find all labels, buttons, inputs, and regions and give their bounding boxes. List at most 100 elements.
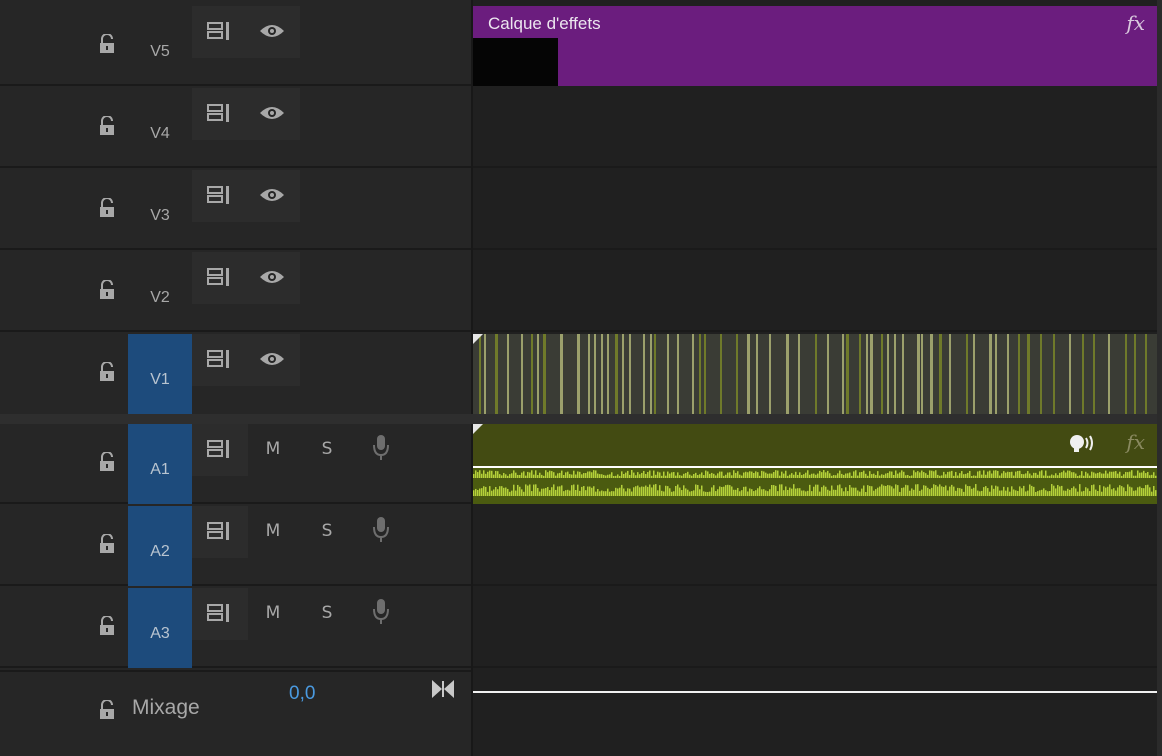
- toggle-sync-lock-icon[interactable]: [206, 518, 234, 544]
- track-name-a3[interactable]: A3: [128, 588, 192, 668]
- waveform-bar: [571, 485, 573, 496]
- track-lane-v3[interactable]: [473, 170, 1162, 250]
- mix-volume-line[interactable]: [473, 691, 1162, 693]
- waveform-bar: [573, 484, 575, 496]
- video-audio-separator[interactable]: [0, 414, 1162, 424]
- track-name-v3[interactable]: V3: [128, 170, 192, 250]
- waveform-bar: [511, 473, 513, 478]
- lock-open-icon[interactable]: [98, 115, 118, 138]
- fx-badge[interactable]: fx: [1126, 430, 1145, 454]
- toggle-sync-lock-icon[interactable]: [206, 264, 234, 290]
- toggle-sync-lock-icon[interactable]: [206, 600, 234, 626]
- waveform-bar: [923, 485, 925, 496]
- waveform-bar: [755, 471, 757, 478]
- waveform-bar: [1139, 472, 1141, 478]
- mix-value[interactable]: 0,0: [289, 683, 315, 705]
- waveform-bar: [649, 484, 651, 496]
- mute-button[interactable]: M: [263, 439, 283, 459]
- waveform-bar: [705, 491, 707, 496]
- microphone-icon[interactable]: [367, 516, 395, 542]
- waveform-bar: [743, 472, 745, 478]
- lock-open-icon[interactable]: [98, 615, 118, 638]
- track-name-a2[interactable]: A2: [128, 506, 192, 586]
- waveform-bar: [645, 485, 647, 496]
- audio-clip-a1[interactable]: fx: [473, 424, 1157, 504]
- video-clip-v1[interactable]: [473, 334, 1157, 414]
- toggle-sync-lock-icon[interactable]: [206, 182, 234, 208]
- waveform-bar: [847, 473, 849, 478]
- track-header-v1: V1: [0, 334, 471, 414]
- toggle-sync-lock-icon[interactable]: [206, 18, 234, 44]
- waveform-bar: [947, 471, 949, 478]
- waveform-bar: [771, 473, 773, 478]
- waveform-bar: [615, 475, 617, 478]
- toggle-sync-lock-icon[interactable]: [206, 346, 234, 372]
- timeline-tracks[interactable]: Calque d'effets fx fx: [473, 0, 1162, 756]
- eye-icon[interactable]: [258, 18, 286, 44]
- track-lane-v2[interactable]: [473, 252, 1162, 332]
- lock-open-icon[interactable]: [98, 699, 118, 722]
- lock-open-icon[interactable]: [98, 361, 118, 384]
- waveform-bar: [731, 475, 733, 478]
- microphone-icon[interactable]: [367, 598, 395, 624]
- track-lane-v4[interactable]: [473, 88, 1162, 168]
- track-name-v5[interactable]: V5: [128, 6, 192, 86]
- waveform-bar: [983, 470, 985, 478]
- speaker-icon[interactable]: [1069, 434, 1095, 457]
- waveform-bar: [969, 470, 971, 478]
- waveform-bar: [809, 474, 811, 478]
- waveform-bar: [1113, 488, 1115, 496]
- lock-open-icon[interactable]: [98, 197, 118, 220]
- eye-icon[interactable]: [258, 264, 286, 290]
- fx-badge[interactable]: fx: [1126, 11, 1145, 35]
- waveform-bar: [633, 472, 635, 478]
- microphone-icon[interactable]: [367, 434, 395, 460]
- track-name-v1[interactable]: V1: [128, 334, 192, 414]
- waveform-bar: [1047, 475, 1049, 478]
- track-name-v4[interactable]: V4: [128, 88, 192, 168]
- track-lane-a3[interactable]: [473, 588, 1162, 668]
- solo-button[interactable]: S: [317, 603, 337, 623]
- waveform-bar: [925, 473, 927, 478]
- adjustment-layer-clip[interactable]: Calque d'effets fx: [473, 6, 1157, 86]
- mute-button[interactable]: M: [263, 521, 283, 541]
- waveform-bar: [899, 472, 901, 478]
- lock-open-icon[interactable]: [98, 451, 118, 474]
- solo-button[interactable]: S: [317, 439, 337, 459]
- eye-icon[interactable]: [258, 346, 286, 372]
- waveform-bar: [989, 491, 991, 496]
- waveform-bar: [963, 491, 965, 496]
- lock-open-icon[interactable]: [98, 279, 118, 302]
- waveform-bar: [565, 490, 567, 496]
- eye-icon[interactable]: [258, 100, 286, 126]
- toggle-sync-lock-icon[interactable]: [206, 100, 234, 126]
- lock-open-icon[interactable]: [98, 533, 118, 556]
- waveform-bar: [569, 490, 571, 496]
- solo-button[interactable]: S: [317, 521, 337, 541]
- waveform-bar: [631, 470, 633, 478]
- waveform-bar: [1021, 488, 1023, 496]
- waveform-bar: [515, 490, 517, 496]
- waveform-bar: [819, 491, 821, 496]
- frame-stripe: [1027, 334, 1030, 414]
- waveform-bar: [859, 491, 861, 496]
- waveform-bar: [961, 488, 963, 496]
- waveform-bar: [987, 471, 989, 478]
- waveform-bar: [1145, 485, 1147, 496]
- bowtie-icon[interactable]: [429, 676, 457, 702]
- waveform-bar: [981, 474, 983, 478]
- waveform-bar: [813, 486, 815, 496]
- waveform-bar: [817, 473, 819, 478]
- waveform-bar: [1045, 470, 1047, 478]
- frame-stripe: [815, 334, 817, 414]
- lock-open-icon[interactable]: [98, 33, 118, 56]
- waveform-bar: [915, 484, 917, 496]
- track-name-v2[interactable]: V2: [128, 252, 192, 332]
- mute-button[interactable]: M: [263, 603, 283, 623]
- track-lane-a2[interactable]: [473, 506, 1162, 586]
- toggle-sync-lock-icon[interactable]: [206, 436, 234, 462]
- eye-icon[interactable]: [258, 182, 286, 208]
- scrollbar-edge[interactable]: [1157, 0, 1162, 756]
- track-name-a1[interactable]: A1: [128, 424, 192, 504]
- waveform-bar: [563, 475, 565, 478]
